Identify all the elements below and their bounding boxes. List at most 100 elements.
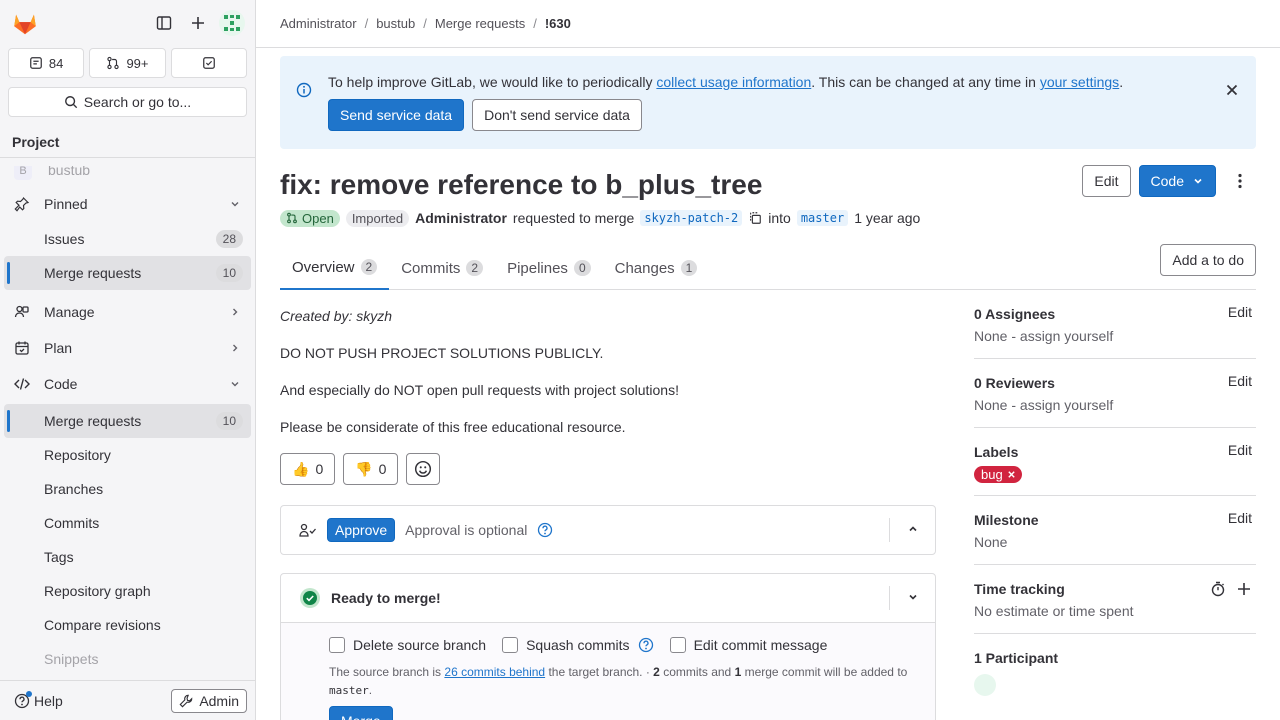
merge-request-icon <box>107 56 120 70</box>
commits-behind-link[interactable]: 26 commits behind <box>444 665 545 679</box>
sidebar-item-label: Tags <box>44 549 74 565</box>
thumbs-up-button[interactable]: 👍 0 <box>280 453 336 485</box>
search-button[interactable]: Search or go to... <box>8 87 247 117</box>
sidebar-item-label: Commits <box>44 515 100 531</box>
right-sidebar: 0 Assignees Edit None - assign yourself … <box>974 290 1256 708</box>
remove-label-icon[interactable] <box>1007 470 1016 479</box>
participant-avatar[interactable] <box>974 674 996 696</box>
merge-note: The source branch is 26 commits behind t… <box>329 665 908 697</box>
sidebar-item-branches[interactable]: Branches <box>4 472 251 506</box>
requested-text: requested to merge <box>512 210 635 226</box>
sidebar-item-manage[interactable]: Manage <box>4 294 251 330</box>
tab-changes[interactable]: Changes 1 <box>603 246 710 290</box>
add-todo-button[interactable]: Add a to do <box>1160 244 1256 276</box>
edit-assignees-button[interactable]: Edit <box>1228 304 1252 320</box>
source-branch[interactable]: skyzh-patch-2 <box>640 210 743 226</box>
todos-counter[interactable] <box>170 48 247 78</box>
tab-commits[interactable]: Commits 2 <box>389 246 495 290</box>
close-icon[interactable] <box>1224 82 1240 98</box>
approve-button[interactable]: Approve <box>327 518 396 542</box>
sidebar-item-plan[interactable]: Plan <box>4 330 251 366</box>
sidebar-item-pinned-merge-requests[interactable]: Merge requests 10 <box>4 256 251 290</box>
description-paragraph: DO NOT PUSH PROJECT SOLUTIONS PUBLICLY. <box>280 345 604 361</box>
breadcrumb-item[interactable]: bustub <box>376 16 415 31</box>
mr-author[interactable]: Administrator <box>415 210 507 226</box>
squash-commits-checkbox[interactable]: Squash commits <box>502 635 653 655</box>
project-avatar: B <box>14 166 32 180</box>
calendar-icon <box>15 341 29 355</box>
plus-icon[interactable] <box>183 8 213 38</box>
sidebar-item-code[interactable]: Code <box>4 366 251 402</box>
breadcrumb-current[interactable]: !630 <box>545 16 571 31</box>
delete-source-branch-checkbox[interactable]: Delete source branch <box>329 635 486 655</box>
question-icon[interactable] <box>638 637 654 653</box>
chevron-down-icon[interactable] <box>907 591 919 603</box>
info-icon <box>296 82 312 98</box>
sidebar-item-issues[interactable]: Issues 28 <box>4 222 251 256</box>
edit-milestone-button[interactable]: Edit <box>1228 510 1252 526</box>
help-button[interactable]: Help <box>14 690 63 709</box>
settings-link[interactable]: your settings <box>1040 74 1119 90</box>
sidebar-item-repository[interactable]: Repository <box>4 438 251 472</box>
sidebar-item-compare-revisions[interactable]: Compare revisions <box>4 608 251 642</box>
stopwatch-icon[interactable] <box>1210 581 1226 597</box>
search-icon <box>64 96 77 109</box>
reviewers-value[interactable]: None - assign yourself <box>974 395 1256 415</box>
banner-text: To help improve GitLab, we would like to… <box>328 74 1124 90</box>
todo-icon <box>202 57 215 69</box>
tab-pipelines[interactable]: Pipelines 0 <box>495 246 603 290</box>
plus-icon[interactable] <box>1236 581 1252 597</box>
add-reaction-button[interactable] <box>406 453 441 485</box>
usage-ping-banner: To help improve GitLab, we would like to… <box>280 56 1256 149</box>
target-branch[interactable]: master <box>796 210 849 226</box>
sidebar-item-pinned[interactable]: Pinned <box>4 186 251 222</box>
breadcrumb: Administrator / bustub / Merge requests … <box>256 0 1280 48</box>
breadcrumb-item[interactable]: Administrator <box>280 16 357 31</box>
smiley-icon <box>415 460 432 478</box>
merge-requests-counter[interactable]: 99+ <box>89 48 166 78</box>
admin-button[interactable]: Admin <box>171 688 247 713</box>
user-avatar[interactable] <box>219 10 245 36</box>
sidebar-item-label: Merge requests <box>44 265 142 281</box>
main-area: Administrator / bustub / Merge requests … <box>256 0 1280 720</box>
thumbs-down-button[interactable]: 👎 0 <box>343 453 399 485</box>
issues-counter[interactable]: 84 <box>8 48 85 78</box>
dont-send-service-data-button[interactable]: Don't send service data <box>472 99 642 131</box>
more-actions-icon[interactable] <box>1224 173 1256 189</box>
sidebar-item-snippets[interactable]: Snippets <box>4 642 251 676</box>
send-service-data-button[interactable]: Send service data <box>328 99 465 131</box>
breadcrumb-item[interactable]: Merge requests <box>435 16 525 31</box>
issues-count: 84 <box>48 55 64 71</box>
merge-options: Delete source branch Squash commits Edit… <box>281 622 935 720</box>
edit-commit-message-checkbox[interactable]: Edit commit message <box>669 635 827 655</box>
time-tracking-block: Time tracking No estimate or time spent <box>974 565 1256 634</box>
tab-overview[interactable]: Overview 2 <box>280 246 390 290</box>
merge-button[interactable]: Merge <box>329 706 393 720</box>
label-bug[interactable]: bug <box>974 466 1022 483</box>
code-dropdown-button[interactable]: Code <box>1138 165 1216 197</box>
sidebar-item-commits[interactable]: Commits <box>4 506 251 540</box>
mr-tabs: Overview 2 Commits 2 Pipelines 0 Changes… <box>280 244 1256 290</box>
copy-icon[interactable] <box>748 211 762 225</box>
assignees-value[interactable]: None - assign yourself <box>974 326 1256 346</box>
users-icon <box>14 305 29 318</box>
chevron-right-icon <box>233 344 238 352</box>
gitlab-logo-icon[interactable] <box>10 8 40 38</box>
sidebar-item-tags[interactable]: Tags <box>4 540 251 574</box>
edit-reviewers-button[interactable]: Edit <box>1228 373 1252 389</box>
reactions: 👍 0 👎 0 <box>280 453 936 485</box>
edit-labels-button[interactable]: Edit <box>1228 442 1252 458</box>
sidebar-item-merge-requests[interactable]: Merge requests 10 <box>4 404 251 438</box>
edit-button[interactable]: Edit <box>1082 165 1131 197</box>
chevron-up-icon[interactable] <box>907 523 919 535</box>
collect-usage-link[interactable]: collect usage information <box>656 74 811 90</box>
sidebar-project-name[interactable]: B bustub <box>4 166 251 180</box>
approval-status: Approval is optional <box>405 522 528 538</box>
question-icon[interactable] <box>537 522 553 538</box>
approval-widget: Approve Approval is optional <box>280 505 936 555</box>
sidebar-item-label: Code <box>44 376 78 392</box>
sidebar-item-repository-graph[interactable]: Repository graph <box>4 574 251 608</box>
milestone-value: None <box>974 534 1008 550</box>
sidebar-toggle-icon[interactable] <box>149 8 179 38</box>
tab-count: 2 <box>360 259 378 275</box>
